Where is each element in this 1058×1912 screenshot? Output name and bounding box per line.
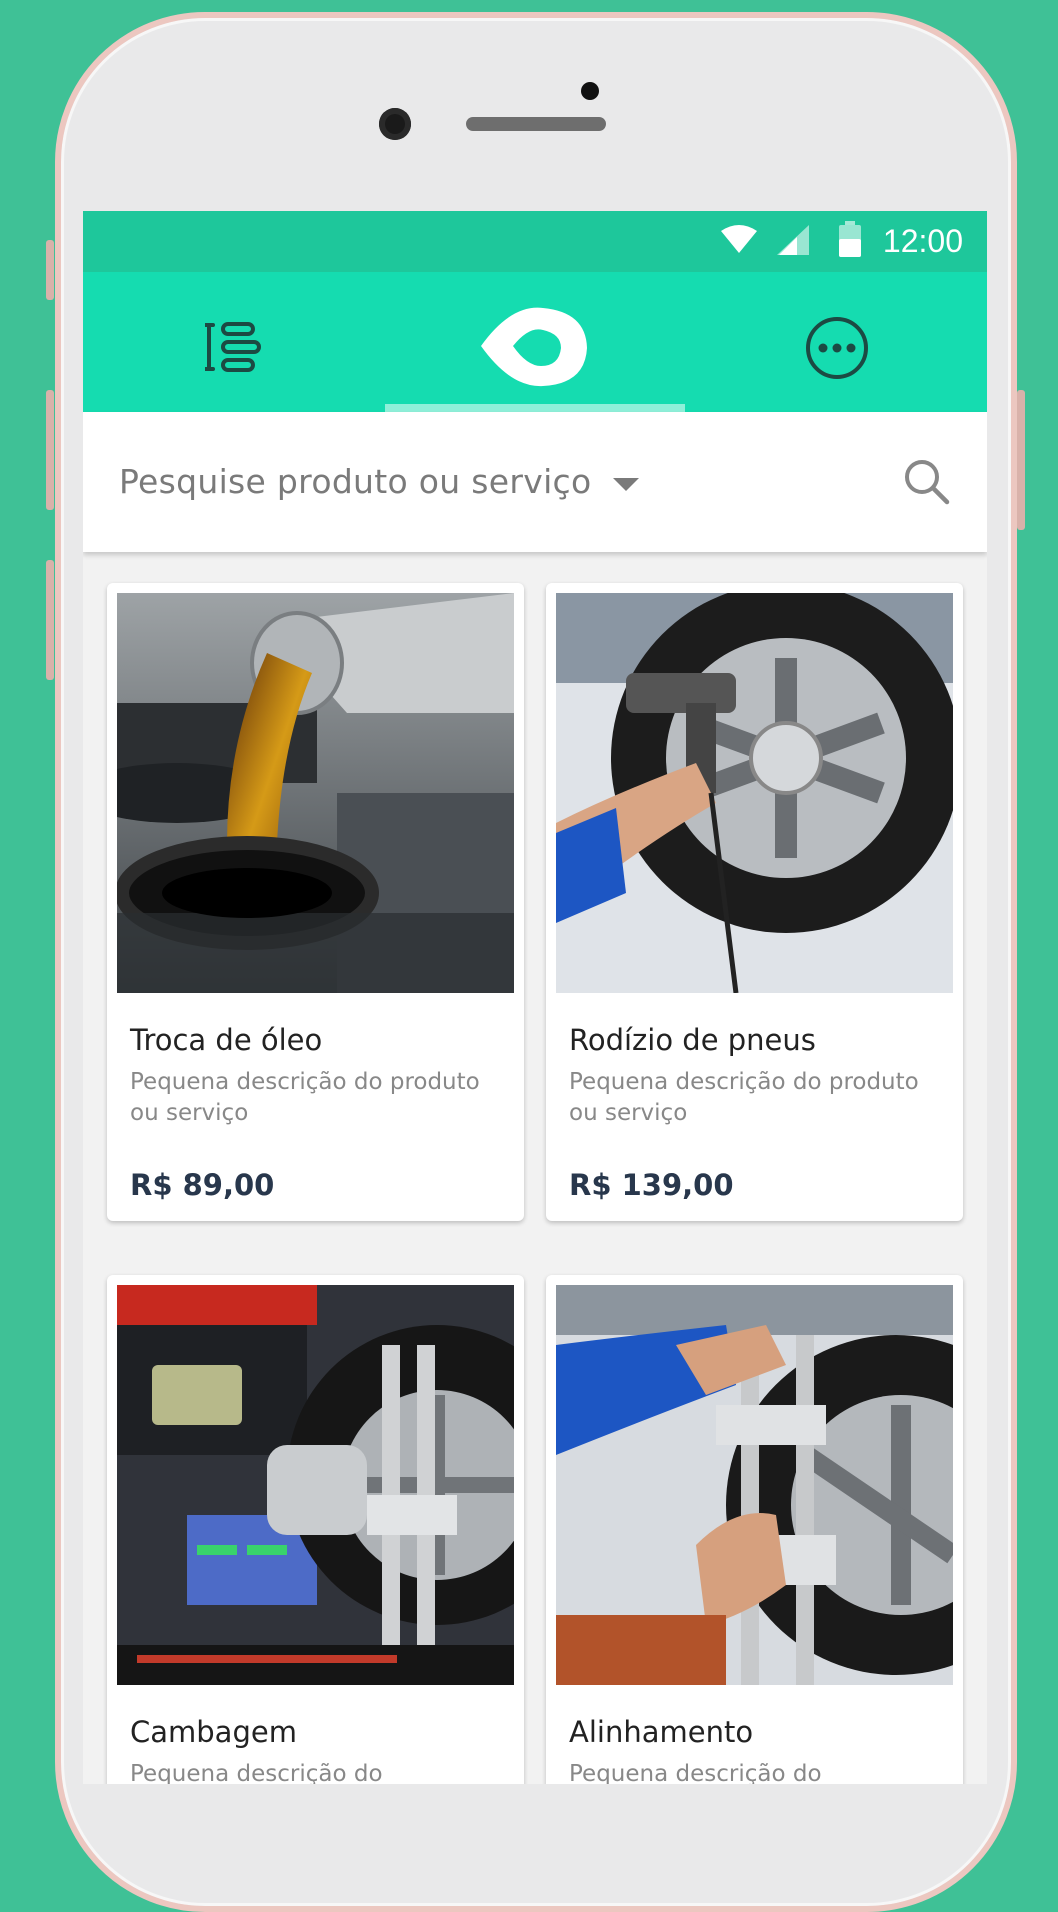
proximity-sensor [581, 82, 599, 100]
product-card[interactable]: Cambagem Pequena descrição do [107, 1275, 524, 1784]
app-screen: 12:00 Pesquise produto ou serviço Troca … [83, 211, 987, 1784]
earpiece-speaker [466, 117, 606, 131]
signal-icon [777, 225, 809, 255]
list-menu-icon[interactable] [205, 322, 261, 372]
search-icon[interactable] [903, 458, 951, 506]
product-price: R$ 89,00 [130, 1168, 275, 1202]
logo-drop-icon[interactable] [481, 304, 591, 388]
product-price: R$ 139,00 [569, 1168, 734, 1202]
camber-photo [117, 1285, 514, 1685]
oil-change-photo [117, 593, 514, 993]
product-description: Pequena descrição do [569, 1761, 822, 1784]
product-title: Troca de óleo [130, 1023, 323, 1057]
app-bar [83, 272, 987, 412]
status-time: 12:00 [882, 223, 963, 259]
product-title: Rodízio de pneus [569, 1023, 816, 1057]
search-input[interactable]: Pesquise produto ou serviço [119, 462, 592, 501]
product-card[interactable]: Troca de óleo Pequena descrição do produ… [107, 583, 524, 1221]
status-bar: 12:00 [83, 211, 987, 272]
power-button [1017, 390, 1025, 530]
product-description: Pequena descrição do produto ou serviço [569, 1069, 919, 1126]
active-tab-indicator [385, 404, 685, 412]
front-camera [379, 108, 411, 140]
alignment-photo [556, 1285, 953, 1685]
search-bar[interactable]: Pesquise produto ou serviço [83, 412, 987, 552]
product-title: Cambagem [130, 1715, 297, 1749]
product-title: Alinhamento [569, 1715, 754, 1749]
volume-up-button [46, 390, 54, 510]
mute-switch [46, 240, 54, 300]
chevron-down-icon[interactable] [613, 478, 639, 491]
battery-icon [839, 221, 861, 257]
wifi-icon [721, 225, 757, 253]
tire-rotation-photo [556, 593, 953, 993]
volume-down-button [46, 560, 54, 680]
product-card[interactable]: Rodízio de pneus Pequena descrição do pr… [546, 583, 963, 1221]
more-options-icon[interactable] [805, 316, 869, 380]
product-description: Pequena descrição do [130, 1761, 383, 1784]
product-description: Pequena descrição do produto ou serviço [130, 1069, 480, 1126]
product-card[interactable]: Alinhamento Pequena descrição do [546, 1275, 963, 1784]
